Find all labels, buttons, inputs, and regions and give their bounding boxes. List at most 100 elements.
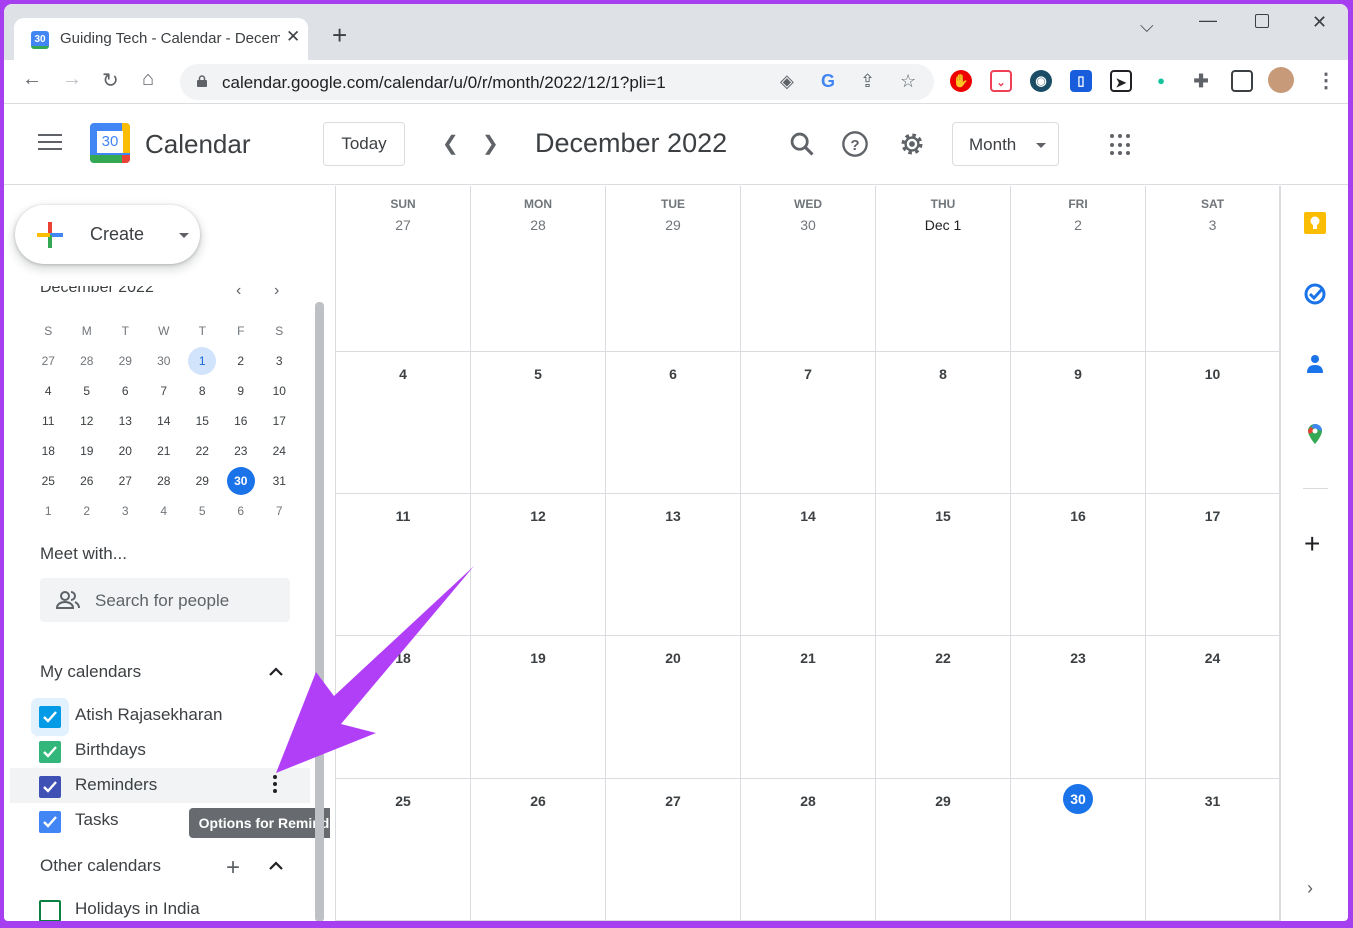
mini-day[interactable]: 24 [260,436,299,466]
ghostery-icon[interactable]: ◉ [1030,70,1052,92]
day-cell[interactable]: 17 [1146,494,1280,636]
day-cell[interactable]: 6 [606,352,741,494]
tasks-icon[interactable] [1303,282,1327,306]
ublock-icon[interactable]: ✋ [950,70,972,92]
bitwarden-icon[interactable]: ▯ [1070,70,1092,92]
day-cell[interactable]: 27 [606,779,741,921]
add-other-calendar-icon[interactable]: + [226,854,240,882]
search-icon[interactable] [788,130,816,158]
day-cell[interactable]: WED 30 [741,186,876,352]
day-number[interactable]: 27 [388,215,418,245]
day-number[interactable]: 13 [658,506,688,536]
day-number[interactable]: 28 [793,791,823,821]
mini-day[interactable]: 12 [68,406,107,436]
mini-day[interactable]: 27 [106,466,145,496]
day-number[interactable]: 17 [1198,506,1228,536]
day-cell[interactable]: TUE 29 [606,186,741,352]
maximize-button[interactable] [1255,14,1269,28]
day-cell[interactable]: 20 [606,636,741,779]
mini-day[interactable]: 17 [260,406,299,436]
mini-day[interactable]: 20 [106,436,145,466]
calendar-checkbox[interactable] [39,706,61,728]
day-number[interactable]: 29 [658,215,688,245]
search-people-input[interactable]: Search for people [40,578,290,622]
mini-day[interactable]: 16 [222,406,261,436]
maps-icon[interactable] [1303,422,1327,446]
day-cell[interactable]: SUN 27 [336,186,471,352]
day-number[interactable]: 30 [793,215,823,245]
mini-day[interactable]: 13 [106,406,145,436]
side-panel-icon[interactable] [1231,70,1253,92]
calendar-checkbox[interactable] [39,900,61,921]
day-number[interactable]: 6 [658,364,688,394]
address-bar[interactable]: calendar.google.com/calendar/u/0/r/month… [180,64,934,100]
day-cell[interactable]: 21 [741,636,876,779]
day-number[interactable]: 4 [388,364,418,394]
mini-prev-icon[interactable]: ‹ [236,282,241,300]
google-lens-icon[interactable]: G [821,71,835,92]
mini-day[interactable]: 4 [29,376,68,406]
day-cell[interactable]: 19 [471,636,606,779]
create-dropdown-icon[interactable] [179,233,189,238]
day-cell[interactable]: 12 [471,494,606,636]
forward-icon[interactable]: → [62,68,82,91]
day-number[interactable]: 25 [388,791,418,821]
view-selector[interactable]: Month [952,122,1059,166]
mini-day[interactable]: 8 [183,376,222,406]
day-number[interactable]: 22 [928,648,958,678]
pocket-icon[interactable]: ⌄ [990,70,1012,92]
my-calendars-title[interactable]: My calendars [40,662,141,682]
day-cell[interactable]: MON 28 [471,186,606,352]
reload-icon[interactable]: ↻ [102,68,119,93]
calendar-checkbox[interactable] [39,741,61,763]
mini-day[interactable]: 29 [183,466,222,496]
day-cell[interactable]: 18 [336,636,471,779]
day-number[interactable]: 19 [523,648,553,678]
mini-day[interactable]: 25 [29,466,68,496]
help-icon[interactable]: ? [841,130,869,158]
previous-month-icon[interactable]: ❮ [442,131,459,156]
back-icon[interactable]: ← [22,68,42,91]
expand-side-panel-icon[interactable]: › [1307,878,1313,899]
day-number[interactable]: 28 [523,215,553,245]
create-button[interactable]: Create [15,205,200,264]
day-cell[interactable]: THU Dec 1 [876,186,1011,352]
mini-next-icon[interactable]: › [274,282,279,300]
day-number[interactable]: 18 [388,648,418,678]
next-month-icon[interactable]: ❯ [482,131,499,156]
mini-day[interactable]: 14 [145,406,184,436]
mini-day[interactable]: 22 [183,436,222,466]
main-menu-icon[interactable] [38,134,62,152]
mini-day[interactable]: 11 [29,406,68,436]
tab-search-icon[interactable]: ⌵ [1140,16,1154,37]
mini-day[interactable]: 23 [222,436,261,466]
url-text[interactable]: calendar.google.com/calendar/u/0/r/month… [222,73,666,93]
day-number[interactable]: 2 [1063,215,1093,245]
calendar-item[interactable]: Reminders [10,768,310,803]
mini-day[interactable]: 26 [68,466,107,496]
tab-close-icon[interactable]: ✕ [286,27,300,47]
calendar-checkbox[interactable] [39,776,61,798]
mini-day[interactable]: 21 [145,436,184,466]
contacts-icon[interactable] [1303,352,1327,376]
day-number[interactable]: 21 [793,648,823,678]
profile-avatar[interactable] [1268,67,1294,93]
mini-day[interactable]: 29 [106,346,145,376]
close-window-button[interactable]: ✕ [1312,12,1327,33]
settings-gear-icon[interactable] [898,130,926,158]
day-number[interactable]: 27 [658,791,688,821]
day-number[interactable]: 20 [658,648,688,678]
mini-day[interactable]: 5 [68,376,107,406]
day-cell[interactable]: 11 [336,494,471,636]
day-cell[interactable]: 25 [336,779,471,921]
day-cell[interactable]: 14 [741,494,876,636]
day-cell[interactable]: 28 [741,779,876,921]
day-number[interactable]: 8 [928,364,958,394]
mini-day[interactable]: 19 [68,436,107,466]
day-cell[interactable]: 9 [1011,352,1146,494]
day-cell[interactable]: 10 [1146,352,1280,494]
day-number[interactable]: 12 [523,506,553,536]
mini-day[interactable]: 3 [106,496,145,526]
mini-day[interactable]: 31 [260,466,299,496]
day-number[interactable]: 26 [523,791,553,821]
